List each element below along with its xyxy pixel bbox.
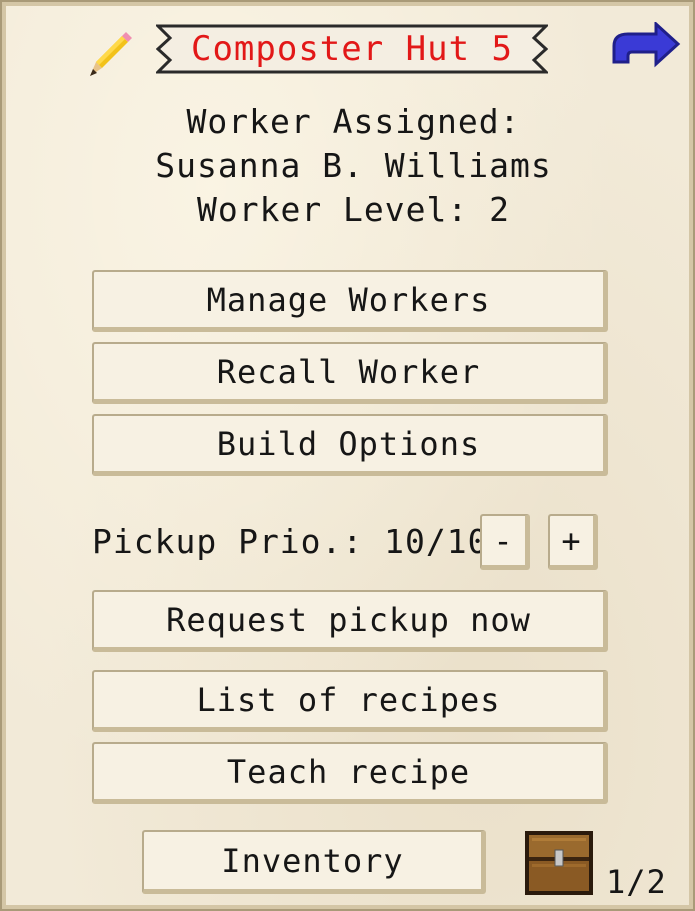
pencil-icon[interactable]: [82, 26, 138, 82]
title-banner: Composter Hut 5: [156, 22, 548, 76]
page-title: Composter Hut 5: [190, 29, 514, 69]
undo-arrow-icon[interactable]: [604, 20, 682, 72]
teach-recipe-button[interactable]: Teach recipe: [92, 742, 608, 804]
manage-workers-button[interactable]: Manage Workers: [92, 270, 608, 332]
worker-assigned-label: Worker Assigned:: [186, 102, 521, 141]
worker-level: Worker Level: 2: [196, 190, 510, 229]
build-options-button[interactable]: Build Options: [92, 414, 608, 476]
worker-name: Susanna B. Williams: [155, 146, 552, 185]
building-window: Composter Hut 5 Worker Assigned: Susanna…: [0, 0, 695, 911]
request-pickup-button[interactable]: Request pickup now: [92, 590, 608, 652]
chest-icon[interactable]: [524, 830, 594, 896]
recall-worker-button[interactable]: Recall Worker: [92, 342, 608, 404]
inventory-button[interactable]: Inventory: [142, 830, 486, 894]
priority-decrease-button[interactable]: -: [480, 514, 530, 570]
pickup-priority-label: Pickup Prio.: 10/10: [92, 522, 489, 561]
page-indicator: 1/2: [606, 863, 667, 901]
priority-increase-button[interactable]: +: [548, 514, 598, 570]
list-recipes-button[interactable]: List of recipes: [92, 670, 608, 732]
